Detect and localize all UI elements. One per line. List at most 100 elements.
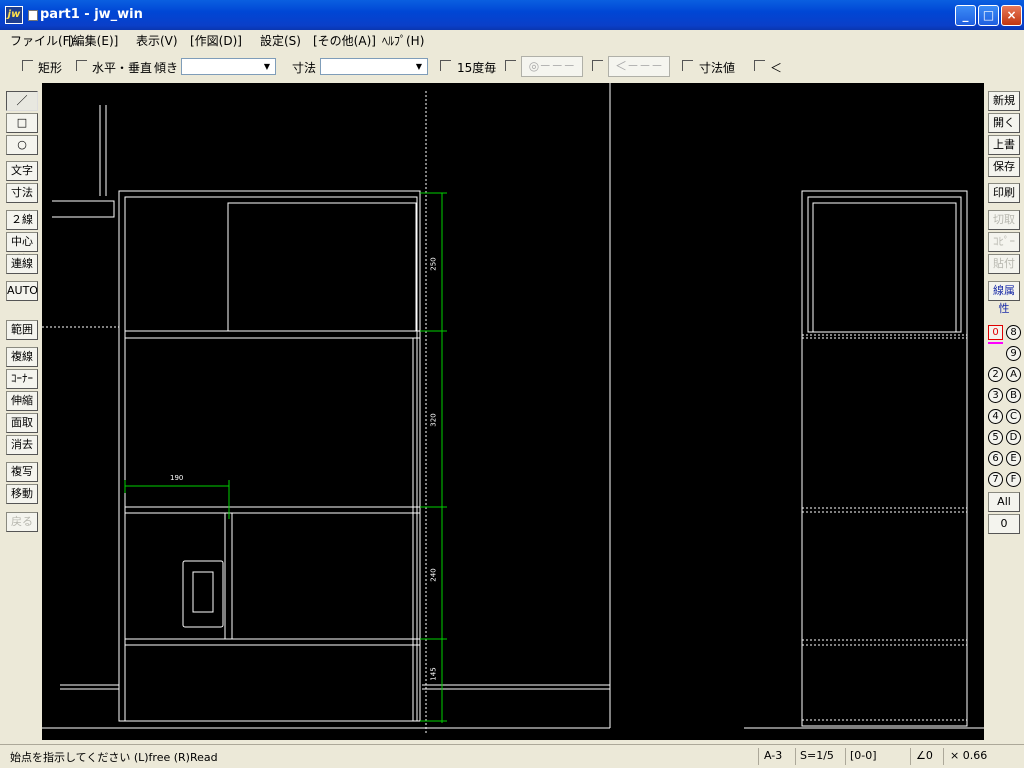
close-button[interactable]: ×: [1001, 5, 1022, 26]
layer-a-button[interactable]: A: [1006, 367, 1021, 382]
corner-tool-button[interactable]: ｺｰﾅｰ: [6, 369, 38, 389]
layer-6-button[interactable]: 6: [988, 451, 1003, 466]
lt-checkbox[interactable]: [754, 60, 765, 71]
arrow-style-button-1[interactable]: ◎－－－: [521, 56, 583, 77]
dim-190: 190: [170, 474, 184, 482]
layer-0-button[interactable]: 0: [988, 325, 1003, 340]
menu-other[interactable]: [その他(A)]: [313, 32, 376, 49]
minimize-button[interactable]: _: [955, 5, 976, 26]
chevron-down-icon: ▼: [263, 62, 271, 71]
dim-combo[interactable]: ▼: [320, 58, 428, 75]
status-divider: [943, 748, 944, 765]
arrow-style-button-2[interactable]: ＜－－－: [608, 56, 670, 77]
layer-e-button[interactable]: E: [1006, 451, 1021, 466]
range-tool-button[interactable]: 範囲: [6, 320, 38, 340]
menu-settings[interactable]: 設定(S): [260, 32, 301, 49]
offset-tool-button[interactable]: 複線: [6, 347, 38, 367]
rect-checkbox[interactable]: [22, 60, 33, 71]
dim-240: 240: [429, 568, 438, 582]
jw-app-icon[interactable]: jw: [5, 6, 23, 24]
layer-b-button[interactable]: B: [1006, 388, 1021, 403]
status-bar: 始点を指示してください (L)free (R)Read A-3 S=1/5 [0…: [0, 744, 1024, 768]
status-divider: [910, 748, 911, 765]
deg15-label: 15度毎: [457, 61, 497, 75]
rect-label: 矩形: [38, 61, 63, 75]
layer-4-button[interactable]: 4: [988, 409, 1003, 424]
dim-320: 320: [429, 413, 438, 427]
layer-9-button[interactable]: 9: [1006, 346, 1021, 361]
new-file-button[interactable]: 新規: [988, 91, 1020, 111]
dim-label: 寸法: [292, 61, 317, 75]
horiz-vert-checkbox[interactable]: [76, 60, 87, 71]
menu-edit[interactable]: [編集(E)]: [68, 32, 118, 49]
dimval-checkbox[interactable]: [682, 60, 693, 71]
tilt-combo[interactable]: ▼: [181, 58, 276, 75]
circle-tool-button[interactable]: ○: [6, 135, 38, 155]
chamfer-tool-button[interactable]: 面取: [6, 413, 38, 433]
chevron-down-icon: ▼: [415, 62, 423, 71]
angle-value[interactable]: ∠0: [916, 749, 933, 762]
layer-7-button[interactable]: 7: [988, 472, 1003, 487]
control-bar: 矩形 水平・垂直 傾き ▼ 寸法 ▼ 15度毎 ◎－－－ ＜－－－ 寸法値 ＜: [0, 54, 1024, 80]
status-prompt: 始点を指示してください (L)free (R)Read: [10, 751, 218, 764]
menu-view[interactable]: 表示(V): [136, 32, 178, 49]
open-file-button[interactable]: 開く: [988, 113, 1020, 133]
line-attribute-button[interactable]: 線属性: [988, 281, 1020, 315]
menu-help[interactable]: ﾍﾙﾌﾟ(H): [382, 32, 424, 49]
arrow1-checkbox[interactable]: [505, 60, 516, 71]
auto-tool-button[interactable]: AUTO: [6, 281, 38, 301]
layer-5-button[interactable]: 5: [988, 430, 1003, 445]
layer-status[interactable]: [0-0]: [850, 749, 877, 762]
erase-tool-button[interactable]: 消去: [6, 435, 38, 455]
copy-tool-button[interactable]: 複写: [6, 462, 38, 482]
zoom-value[interactable]: × 0.66: [950, 749, 987, 762]
dimval-label: 寸法値: [699, 61, 736, 75]
status-divider: [845, 748, 846, 765]
paper-size[interactable]: A-3: [764, 749, 782, 762]
menu-file[interactable]: ファイル(F): [10, 32, 74, 49]
cad-drawing: [42, 83, 984, 733]
scale-value[interactable]: S=1/5: [800, 749, 834, 762]
document-icon: [28, 10, 38, 21]
layer-2-button[interactable]: 2: [988, 367, 1003, 382]
lt-label: ＜: [770, 61, 783, 75]
layer-c-button[interactable]: C: [1006, 409, 1021, 424]
horiz-vert-label: 水平・垂直: [92, 61, 153, 75]
layer-color-indicator: [988, 342, 1003, 344]
drawing-canvas[interactable]: 250 320 240 145 190: [42, 83, 984, 740]
arrow2-checkbox[interactable]: [592, 60, 603, 71]
layer-group-button[interactable]: 0: [988, 514, 1020, 534]
layer-3-button[interactable]: 3: [988, 388, 1003, 403]
stretch-tool-button[interactable]: 伸縮: [6, 391, 38, 411]
status-divider: [795, 748, 796, 765]
save-button[interactable]: 保存: [988, 157, 1020, 177]
overwrite-button[interactable]: 上書: [988, 135, 1020, 155]
menu-bar: ファイル(F) [編集(E)] 表示(V) [作図(D)] 設定(S) [その他…: [0, 30, 1024, 50]
cut-button[interactable]: 切取: [988, 210, 1020, 230]
dimension-tool-button[interactable]: 寸法: [6, 183, 38, 203]
line-tool-button[interactable]: ／: [6, 91, 38, 111]
status-divider: [758, 748, 759, 765]
layer-8-button[interactable]: 8: [1006, 325, 1021, 340]
deg15-checkbox[interactable]: [440, 60, 451, 71]
tilt-label: 傾き: [154, 61, 179, 75]
paste-button[interactable]: 貼付: [988, 254, 1020, 274]
title-bar: jw part1 - jw_win _ □ ×: [0, 0, 1024, 30]
layer-all-button[interactable]: All: [988, 492, 1020, 512]
dim-145: 145: [429, 667, 438, 681]
layer-d-button[interactable]: D: [1006, 430, 1021, 445]
maximize-button[interactable]: □: [978, 5, 999, 26]
window-title: part1 - jw_win: [40, 7, 143, 22]
layer-f-button[interactable]: F: [1006, 472, 1021, 487]
move-tool-button[interactable]: 移動: [6, 484, 38, 504]
polyline-tool-button[interactable]: 連線: [6, 254, 38, 274]
menu-draw[interactable]: [作図(D)]: [190, 32, 242, 49]
rectangle-tool-button[interactable]: □: [6, 113, 38, 133]
text-tool-button[interactable]: 文字: [6, 161, 38, 181]
undo-tool-button[interactable]: 戻る: [6, 512, 38, 532]
centerline-tool-button[interactable]: 中心線: [6, 232, 38, 266]
dim-250: 250: [429, 257, 438, 271]
double-line-tool-button[interactable]: ２線: [6, 210, 38, 230]
copy-button[interactable]: ｺﾋﾟｰ: [988, 232, 1020, 252]
print-button[interactable]: 印刷: [988, 183, 1020, 203]
